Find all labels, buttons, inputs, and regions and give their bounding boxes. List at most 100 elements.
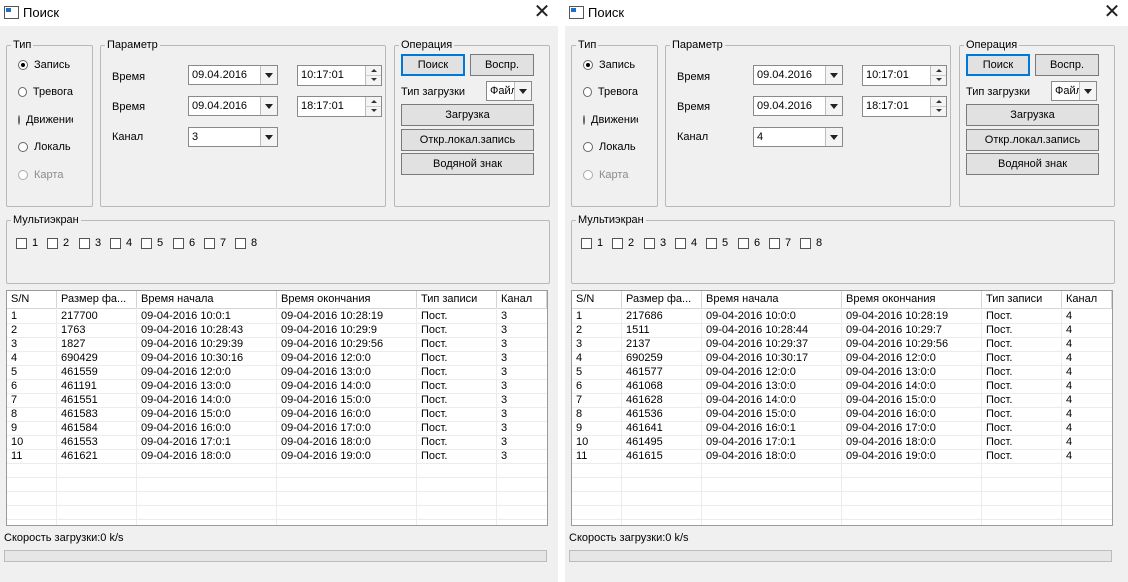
checkbox-icon[interactable] <box>581 237 592 249</box>
download-type-select[interactable]: Файл <box>1051 81 1097 101</box>
chevron-down-icon[interactable] <box>1079 82 1096 100</box>
channel-select[interactable]: 4 <box>753 127 843 147</box>
type-radio-1[interactable]: Тревога <box>18 86 73 98</box>
type-radio-1[interactable]: Тревога <box>583 86 638 98</box>
title-bar[interactable]: Поиск ✕ <box>0 0 558 26</box>
checkbox-icon[interactable] <box>738 237 749 249</box>
checkbox-icon[interactable] <box>769 237 780 249</box>
download-button[interactable]: Загрузка <box>966 104 1099 126</box>
checkbox-icon[interactable] <box>235 237 246 249</box>
table-row[interactable]: 7 461551 09-04-2016 14:0:0 09-04-2016 15:0:… <box>7 393 547 408</box>
multiscreen-checkbox-7[interactable]: 7 <box>769 237 791 249</box>
table-row[interactable]: 1 217686 09-04-2016 10:0:0 09-04-2016 10:28… <box>572 309 1112 324</box>
column-header[interactable]: Размер фа... <box>622 291 702 308</box>
table-row[interactable]: 11 461621 09-04-2016 18:0:0 09-04-2016 19:0… <box>7 449 547 464</box>
type-radio-3[interactable]: Локаль <box>583 141 638 153</box>
chevron-down-icon[interactable] <box>825 97 842 115</box>
column-header[interactable]: Тип записи <box>982 291 1062 308</box>
multiscreen-checkbox-7[interactable]: 7 <box>204 237 226 249</box>
checkbox-icon[interactable] <box>644 237 655 249</box>
table-row[interactable]: 8 461583 09-04-2016 15:0:0 09-04-2016 16:0:… <box>7 407 547 422</box>
watermark-button[interactable]: Водяной знак <box>966 153 1099 175</box>
table-row[interactable]: 5 461577 09-04-2016 12:0:0 09-04-2016 13:0:… <box>572 365 1112 380</box>
table-row[interactable]: 3 1827 09-04-2016 10:29:39 09-04-2016 10:29… <box>7 337 547 352</box>
column-header[interactable]: S/N <box>7 291 57 308</box>
chevron-down-icon[interactable] <box>260 66 277 84</box>
multiscreen-checkbox-1[interactable]: 1 <box>581 237 603 249</box>
spin-down-icon[interactable] <box>930 76 946 85</box>
spin-up-icon[interactable] <box>365 97 381 107</box>
multiscreen-checkbox-4[interactable]: 4 <box>110 237 132 249</box>
table-row[interactable]: 10 461553 09-04-2016 17:0:1 09-04-2016 18:0… <box>7 435 547 450</box>
multiscreen-checkbox-5[interactable]: 5 <box>706 237 728 249</box>
chevron-down-icon[interactable] <box>825 66 842 84</box>
column-header[interactable]: Время начала <box>702 291 842 308</box>
checkbox-icon[interactable] <box>110 237 121 249</box>
multiscreen-checkbox-1[interactable]: 1 <box>16 237 38 249</box>
checkbox-icon[interactable] <box>612 237 623 249</box>
table-row[interactable]: 9 461641 09-04-2016 16:0:1 09-04-2016 17:0:… <box>572 421 1112 436</box>
start-time-spinner[interactable]: 10:17:01 <box>862 65 947 86</box>
end-date-picker[interactable]: 09.04.2016 <box>753 96 843 116</box>
open-local-record-button[interactable]: Откр.локал.запись <box>966 129 1099 151</box>
type-radio-2[interactable]: Движение <box>583 114 638 126</box>
search-button[interactable]: Поиск <box>401 54 465 76</box>
type-radio-0[interactable]: Запись <box>583 59 638 71</box>
type-radio-3[interactable]: Локаль <box>18 141 73 153</box>
column-header[interactable]: S/N <box>572 291 622 308</box>
table-row[interactable]: 4 690259 09-04-2016 10:30:17 09-04-2016 12:… <box>572 351 1112 366</box>
column-header[interactable]: Канал <box>497 291 547 308</box>
multiscreen-checkbox-3[interactable]: 3 <box>644 237 666 249</box>
end-time-spinner[interactable]: 18:17:01 <box>862 96 947 117</box>
radio-circle-icon[interactable] <box>18 60 28 70</box>
radio-circle-icon[interactable] <box>583 87 592 97</box>
watermark-button[interactable]: Водяной знак <box>401 153 534 175</box>
download-type-select[interactable]: Файл <box>486 81 532 101</box>
column-header[interactable]: Время окончания <box>842 291 982 308</box>
table-row[interactable]: 6 461191 09-04-2016 13:0:0 09-04-2016 14:0:… <box>7 379 547 394</box>
table-row[interactable]: 7 461628 09-04-2016 14:0:0 09-04-2016 15:0:… <box>572 393 1112 408</box>
multiscreen-checkbox-4[interactable]: 4 <box>675 237 697 249</box>
download-button[interactable]: Загрузка <box>401 104 534 126</box>
checkbox-icon[interactable] <box>800 237 811 249</box>
chevron-down-icon[interactable] <box>260 97 277 115</box>
table-row[interactable]: 9 461584 09-04-2016 16:0:0 09-04-2016 17:0:… <box>7 421 547 436</box>
radio-circle-icon[interactable] <box>18 87 27 97</box>
multiscreen-checkbox-8[interactable]: 8 <box>235 237 257 249</box>
search-button[interactable]: Поиск <box>966 54 1030 76</box>
multiscreen-checkbox-5[interactable]: 5 <box>141 237 163 249</box>
open-local-record-button[interactable]: Откр.локал.запись <box>401 129 534 151</box>
table-row[interactable]: 10 461495 09-04-2016 17:0:1 09-04-2016 18:0… <box>572 435 1112 450</box>
table-row[interactable]: 2 1511 09-04-2016 10:28:44 09-04-2016 10:29… <box>572 323 1112 338</box>
table-row[interactable]: 6 461068 09-04-2016 13:0:0 09-04-2016 14:0:… <box>572 379 1112 394</box>
table-row[interactable]: 2 1763 09-04-2016 10:28:43 09-04-2016 10:29… <box>7 323 547 338</box>
column-header[interactable]: Размер фа... <box>57 291 137 308</box>
spin-down-icon[interactable] <box>930 107 946 116</box>
column-header[interactable]: Канал <box>1062 291 1112 308</box>
checkbox-icon[interactable] <box>16 237 27 249</box>
checkbox-icon[interactable] <box>141 237 152 249</box>
checkbox-icon[interactable] <box>675 237 686 249</box>
spin-up-icon[interactable] <box>930 97 946 107</box>
results-table[interactable]: S/N Размер фа... Время начала Время окончан… <box>571 290 1113 526</box>
multiscreen-checkbox-2[interactable]: 2 <box>47 237 69 249</box>
checkbox-icon[interactable] <box>173 237 184 249</box>
radio-circle-icon[interactable] <box>583 60 593 70</box>
column-header[interactable]: Время окончания <box>277 291 417 308</box>
end-date-picker[interactable]: 09.04.2016 <box>188 96 278 116</box>
play-button[interactable]: Воспр. <box>470 54 534 76</box>
chevron-down-icon[interactable] <box>260 128 277 146</box>
radio-circle-icon[interactable] <box>583 115 585 125</box>
end-time-spinner[interactable]: 18:17:01 <box>297 96 382 117</box>
radio-circle-icon[interactable] <box>18 142 28 152</box>
multiscreen-checkbox-8[interactable]: 8 <box>800 237 822 249</box>
spin-up-icon[interactable] <box>365 66 381 76</box>
radio-circle-icon[interactable] <box>18 115 20 125</box>
type-radio-0[interactable]: Запись <box>18 59 73 71</box>
table-row[interactable]: 3 2137 09-04-2016 10:29:37 09-04-2016 10:29… <box>572 337 1112 352</box>
checkbox-icon[interactable] <box>47 237 58 249</box>
start-time-spinner[interactable]: 10:17:01 <box>297 65 382 86</box>
spin-up-icon[interactable] <box>930 66 946 76</box>
chevron-down-icon[interactable] <box>514 82 531 100</box>
start-date-picker[interactable]: 09.04.2016 <box>188 65 278 85</box>
